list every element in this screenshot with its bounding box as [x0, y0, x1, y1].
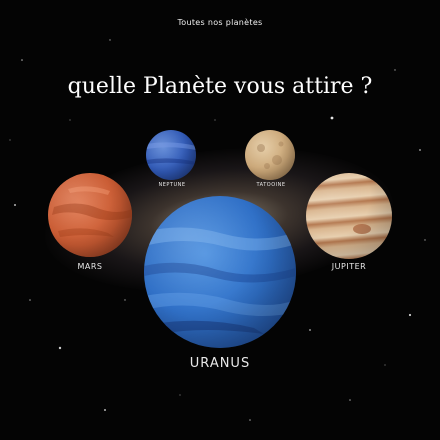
top-nav: Toutes nos planètes [0, 0, 440, 44]
all-planets-link[interactable]: Toutes nos planètes [177, 18, 262, 27]
page-title: quelle Planète vous attire ? [67, 74, 373, 99]
tatooine-image [245, 130, 295, 180]
mars-image [48, 173, 132, 257]
planet-tatooine[interactable]: TATOOINE [244, 130, 298, 192]
planet-jupiter[interactable]: JUPITER [306, 173, 392, 277]
uranus-image [144, 196, 296, 348]
planet-label-uranus: URANUS [189, 356, 251, 371]
planet-label-mars: MARS [77, 262, 103, 271]
planet-label-neptune: NEPTUNE [158, 182, 186, 188]
planet-mars[interactable]: MARS [48, 173, 132, 277]
planet-uranus[interactable]: URANUS [144, 196, 296, 376]
planet-label-jupiter: JUPITER [331, 262, 367, 271]
planet-neptune[interactable]: NEPTUNE [146, 130, 198, 192]
neptune-image [146, 130, 196, 180]
planet-label-tatooine: TATOOINE [256, 182, 286, 188]
jupiter-image [306, 173, 392, 259]
